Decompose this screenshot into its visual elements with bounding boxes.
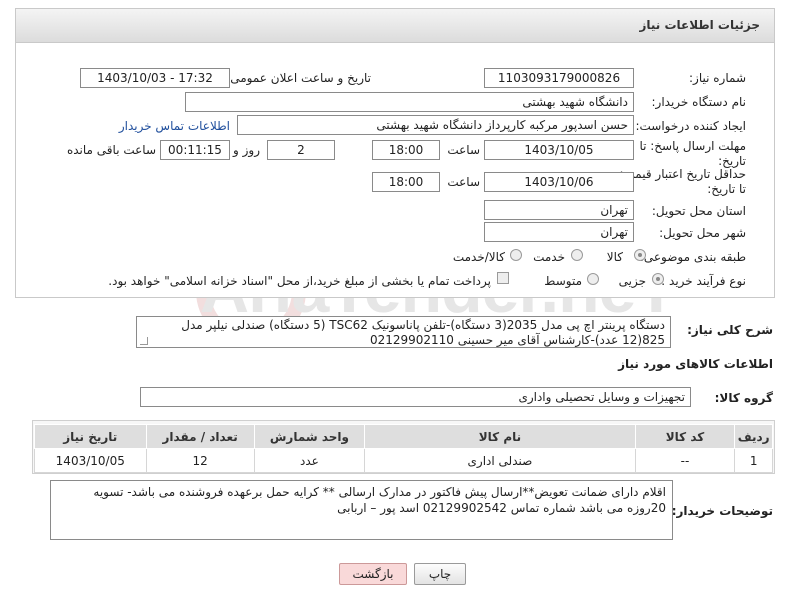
- purchase-radio-medium[interactable]: [587, 273, 599, 285]
- need-number-label: شماره نیاز:: [689, 71, 746, 85]
- buyer-notes-label: توضیحات خریدار:: [671, 504, 773, 518]
- panel-header: جزئیات اطلاعات نیاز: [16, 9, 774, 43]
- price-validity-time-label: ساعت: [447, 175, 480, 189]
- table-row: 1 -- صندلی اداری عدد 12 1403/10/05: [34, 448, 773, 473]
- category-label: طبقه بندی موضوعی:: [639, 250, 746, 264]
- goods-info-heading: اطلاعات کالاهای مورد نیاز: [618, 357, 773, 371]
- purchase-option-medium: متوسط: [544, 274, 582, 288]
- reply-time-label: ساعت: [447, 143, 480, 157]
- cell-date: 1403/10/05: [34, 448, 147, 473]
- requester-field: حسن اسدپور مرکبه کارپرداز دانشگاه شهید ب…: [237, 115, 634, 135]
- goods-group-label: گروه کالا:: [714, 391, 773, 405]
- days-label: روز و: [233, 143, 260, 157]
- city-label: شهر محل تحویل:: [659, 226, 746, 240]
- remaining-time-field: 00:11:15: [160, 140, 230, 160]
- items-table: ردیف کد کالا نام کالا واحد شمارش تعداد /…: [34, 424, 773, 473]
- cell-row: 1: [734, 448, 773, 473]
- print-button[interactable]: چاپ: [414, 563, 466, 585]
- page-title: جزئیات اطلاعات نیاز: [639, 18, 760, 32]
- treasury-checkbox[interactable]: [497, 272, 509, 284]
- category-radio-service[interactable]: [571, 249, 583, 261]
- category-radio-goods[interactable]: [634, 249, 646, 261]
- purchase-radio-partial[interactable]: [652, 273, 664, 285]
- requester-label: ایجاد کننده درخواست:: [635, 119, 746, 133]
- remaining-days-field: 2: [267, 140, 335, 160]
- back-button[interactable]: بازگشت: [339, 563, 407, 585]
- col-unit-header: واحد شمارش: [253, 424, 366, 449]
- announce-datetime-field: 1403/10/03 - 17:32: [80, 68, 230, 88]
- reply-deadline-date: 1403/10/05: [484, 140, 634, 160]
- price-validity-time: 18:00: [372, 172, 440, 192]
- goods-group-field: تجهیزات و وسایل تحصیلی واداری: [140, 387, 691, 407]
- city-field: تهران: [484, 222, 634, 242]
- price-validity-date: 1403/10/06: [484, 172, 634, 192]
- province-label: استان محل تحویل:: [651, 204, 746, 218]
- cell-name: صندلی اداری: [364, 448, 636, 473]
- remaining-time-label: ساعت باقی مانده: [66, 143, 156, 157]
- cell-unit: عدد: [253, 448, 366, 473]
- category-option-goods-service: کالا/خدمت: [452, 250, 505, 264]
- description-label: شرح کلی نیاز:: [687, 323, 773, 337]
- category-option-service: خدمت: [533, 250, 565, 264]
- resize-grip-icon[interactable]: [140, 337, 148, 345]
- reply-deadline-label: مهلت ارسال پاسخ: تا تاریخ:: [639, 139, 746, 168]
- col-date-header: تاریخ نیاز: [34, 424, 147, 449]
- buyer-notes-field: اقلام دارای ضمانت تعویض**ارسال پیش فاکتو…: [50, 480, 673, 540]
- col-row-header: ردیف: [734, 424, 773, 449]
- buyer-org-field: دانشگاه شهید بهشتی: [185, 92, 634, 112]
- province-field: تهران: [484, 200, 634, 220]
- col-name-header: نام کالا: [364, 424, 636, 449]
- treasury-note: پرداخت تمام یا بخشی از مبلغ خرید،از محل …: [108, 274, 491, 288]
- description-field: دستگاه پرینتر اچ پی مدل 2035(3 دستگاه)-ت…: [136, 316, 671, 348]
- buyer-org-label: نام دستگاه خریدار:: [651, 95, 747, 109]
- purchase-option-partial: جزیی: [618, 274, 646, 288]
- col-qty-header: تعداد / مقدار: [145, 424, 255, 449]
- need-number-field: 1103093179000826: [484, 68, 634, 88]
- purchase-type-label: نوع فرآیند خرید :: [661, 274, 746, 288]
- cell-code: --: [634, 448, 736, 473]
- price-validity-label: حداقل تاریخ اعتبار قیمت: تا تاریخ:: [619, 167, 746, 196]
- col-code-header: کد کالا: [634, 424, 736, 449]
- category-option-goods: کالا: [606, 250, 623, 264]
- category-radio-goods-service[interactable]: [510, 249, 522, 261]
- buyer-contact-link[interactable]: اطلاعات تماس خریدار: [119, 119, 230, 133]
- reply-deadline-time: 18:00: [372, 140, 440, 160]
- cell-qty: 12: [145, 448, 255, 473]
- announce-datetime-label: تاریخ و ساعت اعلان عمومی:: [226, 71, 371, 85]
